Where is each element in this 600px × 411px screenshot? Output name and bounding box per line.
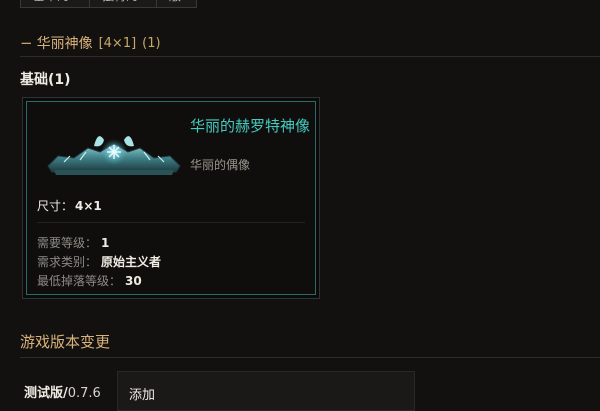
item-card-frame: 华丽的赫罗特神像 华丽的偶像 尺寸： 4×1 需要等级： 1 需求类别： 原始主义者 … (26, 101, 316, 295)
section-count: (1) (142, 35, 161, 51)
item-size: 尺寸： 4×1 (37, 197, 102, 214)
version-prefix: 测试版/ (24, 386, 68, 401)
requirement-label: 需求类别： (37, 255, 98, 269)
requirement-row: 需要等级： 1 (37, 234, 161, 253)
idol-relic-icon (47, 136, 181, 175)
collapse-toggle-icon[interactable]: − (20, 34, 33, 52)
item-size-label: 尺寸： (37, 199, 74, 213)
requirement-row: 最低掉落等级： 30 (37, 272, 161, 291)
item-name[interactable]: 华丽的赫罗特神像 (190, 116, 320, 136)
card-divider (37, 222, 305, 223)
change-entry: 添加 (117, 371, 415, 411)
requirement-row: 需求类别： 原始主义者 (37, 253, 161, 272)
version-number: 0.7.6 (67, 386, 101, 401)
item-requirements: 需要等级： 1 需求类别： 原始主义者 最低掉落等级： 30 (37, 234, 161, 291)
requirement-label: 需要等级： (37, 236, 98, 250)
item-card[interactable]: 华丽的赫罗特神像 华丽的偶像 尺寸： 4×1 需要等级： 1 需求类别： 原始主义者 … (22, 97, 320, 299)
requirement-value: 1 (101, 236, 110, 250)
requirement-value: 原始主义者 (101, 255, 162, 269)
tab-bar: 基本的 独特的 版 (20, 0, 197, 8)
requirement-label: 最低掉落等级： (37, 274, 122, 288)
change-entry-text: 添加 (129, 388, 156, 403)
item-size-value: 4×1 (75, 199, 102, 213)
section-size-tag: [4×1] (98, 35, 137, 51)
requirement-value: 30 (125, 274, 142, 288)
section-title: 华丽神像 (36, 36, 93, 52)
subsection-title: 基础(1) (20, 72, 71, 88)
tab-basic[interactable]: 基本的 (20, 0, 90, 8)
version-label: 测试版/0.7.6 (24, 382, 101, 401)
changes-section-title: 游戏版本变更 (20, 331, 600, 358)
section-header[interactable]: − 华丽神像 [4×1] (1) (20, 30, 600, 57)
item-type: 华丽的偶像 (190, 158, 251, 172)
tab-unique[interactable]: 独特的 (89, 0, 157, 8)
tab-version[interactable]: 版 (156, 0, 197, 8)
